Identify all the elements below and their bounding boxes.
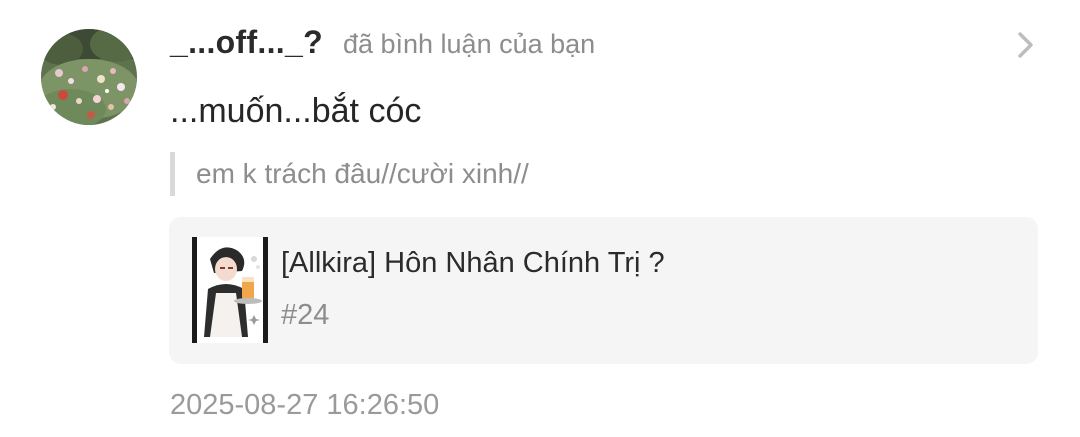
username[interactable]: _...off..._? <box>170 24 323 61</box>
notification-header: _...off..._? đã bình luận của bạn <box>170 24 595 68</box>
user-avatar[interactable] <box>41 29 137 125</box>
action-text: đã bình luận của bạn <box>342 29 596 59</box>
story-card[interactable]: [Allkira] Hôn Nhân Chính Trị ? #24 <box>169 217 1038 364</box>
story-cover-image <box>192 237 268 343</box>
comment-text: ...muốn...bắt cóc <box>170 92 422 130</box>
story-title[interactable]: [Allkira] Hôn Nhân Chính Trị ? <box>281 247 665 280</box>
quoted-text: em k trách đâu//cười xinh// <box>196 158 529 189</box>
chapter-number: #24 <box>281 299 330 331</box>
timestamp: 2025-08-27 16:26:50 <box>170 389 440 421</box>
quoted-comment: em k trách đâu//cười xinh// <box>170 152 529 196</box>
chevron-right-icon[interactable] <box>1012 30 1040 60</box>
